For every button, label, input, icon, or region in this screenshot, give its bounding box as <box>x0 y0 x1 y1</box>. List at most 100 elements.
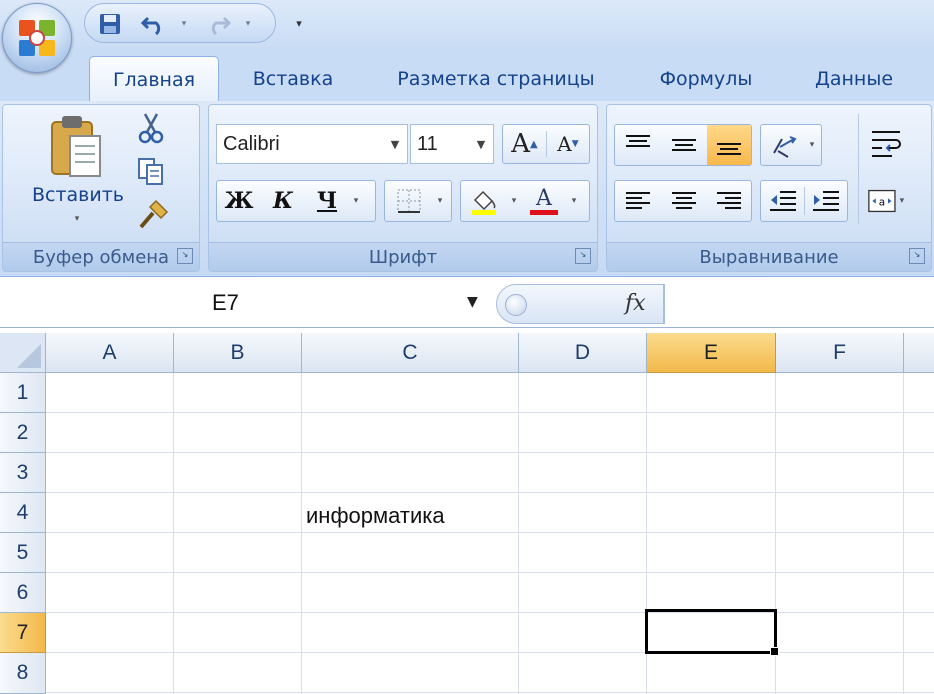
grid-line <box>301 373 302 694</box>
align-right-button[interactable] <box>707 181 751 221</box>
redo-dropdown[interactable]: ▾ <box>241 10 255 38</box>
paste-dropdown[interactable]: ▾ <box>70 214 84 224</box>
fill-handle[interactable] <box>770 647 779 656</box>
customize-qat-button[interactable]: ▾ <box>288 8 310 38</box>
format-painter-button[interactable] <box>136 198 170 232</box>
orientation-button[interactable]: ▾ <box>760 124 822 166</box>
name-box-value[interactable]: E7 <box>212 290 239 316</box>
cut-button[interactable] <box>136 112 166 144</box>
row-header-2[interactable]: 2 <box>0 413 46 453</box>
grid-line <box>173 373 174 694</box>
increase-indent-button[interactable] <box>805 181 847 221</box>
italic-button[interactable]: К <box>261 181 305 221</box>
paste-button[interactable] <box>48 112 106 182</box>
row-header-5[interactable]: 5 <box>0 533 46 573</box>
row-header-6[interactable]: 6 <box>0 573 46 613</box>
font-color-button[interactable]: A <box>521 181 567 221</box>
row-header-7[interactable]: 7 <box>0 613 46 653</box>
color-buttons: ▾ A ▾ <box>460 180 590 222</box>
save-icon <box>100 14 120 34</box>
merge-center-button[interactable]: a ▾ <box>868 186 908 216</box>
column-header-c[interactable]: C <box>302 333 519 373</box>
fill-color-dropdown[interactable]: ▾ <box>507 196 521 206</box>
alignment-divider <box>858 114 859 224</box>
align-middle-button[interactable] <box>661 125 707 165</box>
grow-font-button[interactable]: A ▲ <box>503 125 546 163</box>
column-header-e[interactable]: E <box>647 333 776 373</box>
office-button[interactable] <box>2 3 72 73</box>
font-color-dropdown[interactable]: ▾ <box>567 196 581 206</box>
tab-page-layout[interactable]: Разметка страницы <box>378 56 614 102</box>
align-left-icon <box>626 192 650 209</box>
row-header-4[interactable]: 4 <box>0 493 46 533</box>
align-bottom-button[interactable] <box>707 125 751 165</box>
name-box[interactable]: E7 ▼ <box>0 282 496 326</box>
select-all-button[interactable] <box>0 333 46 373</box>
align-center-button[interactable] <box>661 181 707 221</box>
column-header-d[interactable]: D <box>519 333 647 373</box>
grid-line <box>518 373 519 694</box>
column-header-a[interactable]: A <box>46 333 174 373</box>
formula-input[interactable] <box>664 284 934 324</box>
cell-c4[interactable]: информатика <box>306 503 445 529</box>
underline-button[interactable]: Ч <box>305 181 349 221</box>
paste-label[interactable]: Вставить <box>28 184 128 212</box>
tab-home[interactable]: Главная <box>89 56 219 102</box>
save-button[interactable] <box>95 10 125 38</box>
chevron-down-icon[interactable]: ▼ <box>383 138 407 151</box>
clipboard-launcher-icon[interactable]: ↘ <box>177 248 193 264</box>
redo-button[interactable] <box>203 10 233 38</box>
tab-data[interactable]: Данные <box>796 56 912 102</box>
font-size-buttons: A ▲ A ▼ <box>502 124 590 164</box>
row-header-8[interactable]: 8 <box>0 653 46 694</box>
svg-text:a: a <box>879 196 885 208</box>
orientation-dropdown[interactable]: ▾ <box>805 140 819 150</box>
increase-indent-icon <box>812 191 839 211</box>
shrink-font-button[interactable]: A ▼ <box>547 125 589 163</box>
undo-button[interactable] <box>139 10 169 38</box>
tab-formulas[interactable]: Формулы <box>644 56 768 102</box>
cell-grid[interactable] <box>46 373 934 694</box>
borders-dropdown[interactable]: ▾ <box>433 196 447 206</box>
merge-dropdown[interactable]: ▾ <box>896 196 908 206</box>
font-style-buttons: Ж К Ч ▾ <box>216 180 376 222</box>
active-cell-e7[interactable] <box>645 609 777 654</box>
column-header-f[interactable]: F <box>776 333 904 373</box>
chevron-down-icon[interactable]: ▼ <box>469 138 493 151</box>
office-logo-icon <box>19 20 55 56</box>
align-right-icon <box>717 192 741 209</box>
grid-line <box>903 373 904 694</box>
font-size-combo[interactable]: 11 ▼ <box>410 124 494 164</box>
insert-function-button[interactable]: fx <box>625 291 646 316</box>
copy-button[interactable] <box>136 156 166 186</box>
borders-button[interactable]: ▾ <box>384 180 452 222</box>
align-left-button[interactable] <box>615 181 661 221</box>
column-header-g-partial[interactable] <box>904 333 934 373</box>
shrink-font-icon: A <box>557 132 572 156</box>
decrease-indent-button[interactable] <box>761 181 804 221</box>
bold-button[interactable]: Ж <box>217 181 261 221</box>
tab-insert[interactable]: Вставка <box>234 56 352 102</box>
column-header-b[interactable]: B <box>174 333 302 373</box>
fill-color-button[interactable] <box>461 181 507 221</box>
font-group-label: Шрифт <box>209 242 597 271</box>
underline-dropdown[interactable]: ▾ <box>349 196 363 206</box>
wrap-text-button[interactable] <box>870 126 904 160</box>
formula-bar-resize-handle[interactable] <box>505 294 527 316</box>
font-launcher-icon[interactable]: ↘ <box>575 248 591 264</box>
font-color-swatch <box>530 209 558 215</box>
wrap-text-icon <box>872 131 901 157</box>
row-header-3[interactable]: 3 <box>0 453 46 493</box>
paste-icon <box>51 116 101 177</box>
chevron-down-icon[interactable]: ▼ <box>467 294 478 310</box>
merge-cells-icon: a <box>868 189 896 213</box>
alignment-launcher-icon[interactable]: ↘ <box>909 248 925 264</box>
text-orientation-icon <box>761 125 805 165</box>
font-color-icon: A <box>536 185 552 211</box>
font-name-combo[interactable]: Calibri ▼ <box>216 124 408 164</box>
undo-dropdown[interactable]: ▾ <box>177 10 191 38</box>
align-top-button[interactable] <box>615 125 661 165</box>
alignment-group-title: Выравнивание <box>699 246 839 268</box>
row-header-1[interactable]: 1 <box>0 373 46 413</box>
clipboard-group-title: Буфер обмена <box>32 246 170 268</box>
